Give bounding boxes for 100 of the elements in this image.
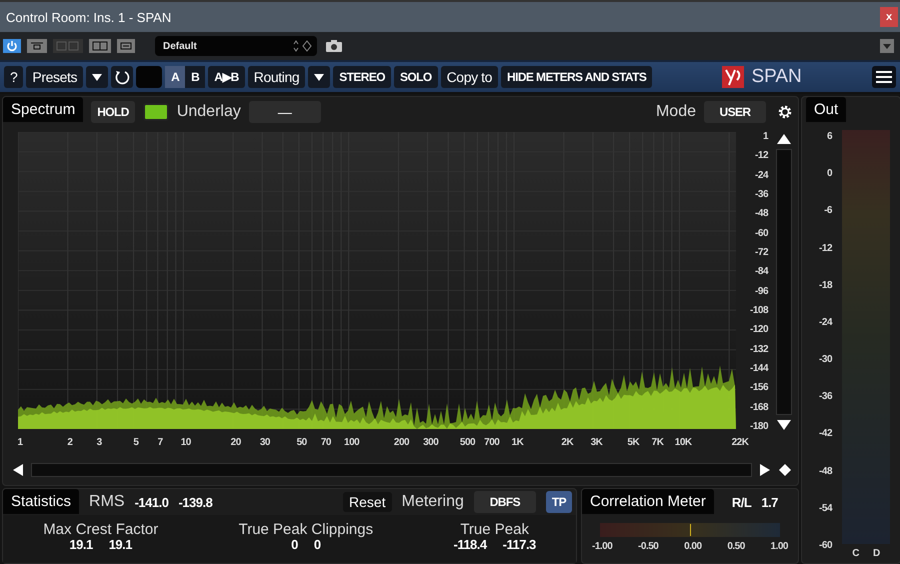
scroll-down-icon[interactable] [776, 418, 792, 432]
settings-icon[interactable] [776, 103, 794, 121]
frequency-label: 2 [67, 438, 72, 448]
compare-icon[interactable] [89, 39, 111, 53]
statistics-tab[interactable]: Statistics [3, 489, 80, 514]
menu-icon [875, 70, 894, 84]
frequency-label: 1 [17, 438, 23, 448]
scroll-up-icon[interactable] [776, 132, 792, 146]
copy-to-button[interactable]: Copy to [440, 66, 498, 88]
rms-label: RMS [89, 493, 125, 511]
mode-dropdown[interactable]: USER [704, 101, 766, 123]
menu-icon[interactable] [117, 39, 135, 53]
rl-value: 1.7 [761, 496, 778, 508]
stat-value: 0 [314, 538, 321, 551]
reset-button[interactable]: Reset [343, 492, 392, 512]
spectrum-tab[interactable]: Spectrum [3, 97, 84, 122]
copy-ab-button[interactable]: A▶B [208, 66, 245, 88]
ab-tab[interactable]: A [165, 66, 186, 88]
stat-value: 19.1 [108, 538, 132, 551]
undo-button[interactable] [111, 66, 134, 88]
window-title: Control Room: Ins. 1 - SPAN [6, 10, 172, 24]
db-label: -156 [750, 383, 768, 394]
db-label: -180 [750, 422, 768, 432]
underlay-toggle[interactable] [142, 103, 169, 121]
blank-display [136, 66, 162, 88]
mode-label: Mode [656, 103, 696, 121]
presets-button[interactable]: Presets [26, 66, 84, 88]
dropdown-button[interactable] [308, 66, 330, 88]
metering-dropdown[interactable]: DBFS [474, 491, 536, 513]
correlation-tab[interactable]: Correlation Meter [582, 489, 714, 514]
correlation-scale-label: 1.00 [770, 542, 788, 552]
level-scale-label: -60 [819, 540, 832, 551]
frequency-label: 50 [296, 438, 307, 448]
frequency-label: 30 [260, 438, 270, 448]
channel-label: C [852, 549, 859, 559]
db-label: -132 [750, 344, 768, 355]
frequency-label: 7K [652, 438, 664, 448]
ab-tab[interactable]: B [185, 66, 206, 88]
preset-field[interactable]: Default [155, 36, 317, 56]
frequency-label: 100 [344, 438, 360, 448]
frequency-label: 2K [561, 438, 574, 448]
logo-icon [722, 66, 744, 88]
level-scale-label: 6 [826, 132, 832, 142]
hold-button[interactable]: HOLD [91, 101, 135, 123]
rms-value: -139.8 [178, 496, 212, 508]
db-label: -168 [750, 402, 768, 413]
frequency-label: 200 [394, 438, 410, 448]
reset-zoom-icon[interactable] [778, 463, 792, 477]
stat-label: True Peak [460, 521, 529, 538]
scroll-left-icon[interactable] [11, 463, 25, 477]
db-label: -84 [755, 267, 768, 278]
dropdown-icon[interactable] [880, 39, 894, 53]
bypass-icon[interactable] [27, 39, 47, 53]
help-button[interactable]: ? [4, 66, 24, 88]
frequency-label: 300 [423, 438, 438, 448]
level-scale-label: -18 [819, 280, 832, 291]
stat-value: -117.3 [502, 538, 536, 551]
horizontal-scrollbar[interactable] [31, 463, 752, 477]
undo-icon [114, 69, 130, 85]
dropdown-button[interactable] [86, 66, 108, 88]
correlation-scale-label: -0.50 [638, 542, 658, 552]
correlation-scale-label: 0.00 [684, 542, 702, 552]
stat-label: True Peak Clippings [238, 521, 374, 538]
rl-label: R/L [732, 496, 752, 508]
db-label: -12 [755, 151, 768, 162]
frequency-label: 5 [133, 438, 138, 448]
level-scale-label: -30 [819, 355, 832, 366]
out-tab[interactable]: Out [806, 97, 846, 122]
frequency-label: 700 [484, 438, 500, 448]
camera-icon[interactable] [325, 39, 343, 53]
stat-value: -118.4 [453, 538, 487, 551]
frequency-label: 3 [96, 438, 102, 448]
scroll-right-icon[interactable] [758, 463, 772, 477]
frequency-label: 7 [158, 438, 163, 448]
frequency-label: 10 [180, 438, 191, 448]
frequency-label: 500 [460, 438, 476, 448]
power-button[interactable] [3, 39, 21, 53]
underlay-label: Underlay [176, 103, 241, 121]
solo-button[interactable]: SOLO [394, 66, 438, 88]
menu-button[interactable] [872, 66, 896, 88]
vertical-scrollbar[interactable] [776, 149, 792, 415]
stereo-button[interactable]: STEREO [333, 66, 391, 88]
stepper-icon[interactable] [291, 39, 313, 53]
frequency-label: 22K [732, 438, 748, 448]
level-scale-label: -6 [824, 206, 832, 216]
level-scale-label: -12 [819, 244, 832, 254]
correlation-scale-label: 0.50 [727, 542, 745, 552]
channel-label: D [873, 549, 880, 559]
correlation-scale-label: -1.00 [592, 542, 612, 552]
frequency-label: 20 [230, 438, 241, 448]
frequency-label: 10K [674, 438, 692, 448]
db-label: -24 [755, 170, 768, 181]
underlay-dropdown[interactable]: — [248, 101, 321, 123]
logo-text: SPAN [751, 66, 802, 88]
close-button[interactable]: x [880, 7, 898, 27]
hide-meters-button[interactable]: HIDE METERS AND STATS [501, 66, 652, 88]
true-peak-toggle[interactable]: TP [546, 491, 572, 513]
caret-icon [92, 74, 102, 80]
metering-label: Metering [402, 493, 464, 511]
routing-button[interactable]: Routing [248, 66, 306, 88]
